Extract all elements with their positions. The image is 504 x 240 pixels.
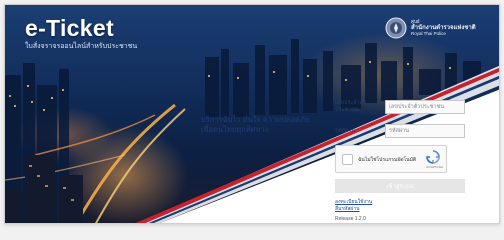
app-title: e-Ticket: [25, 15, 114, 41]
login-button[interactable]: เข้าสู่ระบบ: [335, 179, 465, 193]
police-seal-icon: [385, 17, 407, 39]
login-card: e-Ticket ใบสั่งจราจรออนไลน์สำหรับประชาชน…: [4, 4, 500, 224]
help-links: ลงทะเบียนใช้งาน ลืมรหัสผ่าน Release 1.2.…: [335, 199, 475, 222]
id-number-label: เลขประจำตัวประชาชน: [335, 100, 367, 113]
agency-emblem: ศูนย์ สำนักงานตำรวจแห่งชาติ Royal Thai P…: [385, 17, 476, 39]
password-input[interactable]: [385, 124, 465, 138]
password-label: รหัสผ่าน: [335, 127, 356, 134]
recaptcha-label: ฉันไม่ใช่โปรแกรมอัตโนมัติ: [358, 157, 417, 163]
forgot-password-link[interactable]: ลืมรหัสผ่าน: [335, 206, 475, 213]
recaptcha-brand: reCAPTCHA: [425, 165, 443, 169]
login-form: เลขประจำตัวประชาชน รหัสผ่าน ฉันไม่ใช่โปร…: [335, 97, 475, 222]
release-version: Release 1.2.0: [335, 216, 366, 222]
recaptcha-checkbox[interactable]: [342, 154, 353, 165]
app-logo: e-Ticket ใบสั่งจราจรออนไลน์สำหรับประชาชน: [25, 15, 137, 52]
id-number-input[interactable]: [385, 100, 465, 114]
agency-name: ศูนย์ สำนักงานตำรวจแห่งชาติ Royal Thai P…: [411, 19, 476, 36]
register-link[interactable]: ลงทะเบียนใช้งาน: [335, 199, 475, 206]
id-number-row: เลขประจำตัวประชาชน: [335, 97, 475, 117]
recaptcha-widget: ฉันไม่ใช่โปรแกรมอัตโนมัติ reCAPTCHA: [335, 145, 447, 173]
service-tagline: บริการฉับไว มั่นใจ ความปลอดภัย เพื่อคนไท…: [201, 115, 310, 134]
app-subtitle: ใบสั่งจราจรออนไลน์สำหรับประชาชน: [25, 43, 138, 50]
recaptcha-icon: [426, 150, 440, 164]
password-row: รหัสผ่าน: [335, 121, 475, 141]
